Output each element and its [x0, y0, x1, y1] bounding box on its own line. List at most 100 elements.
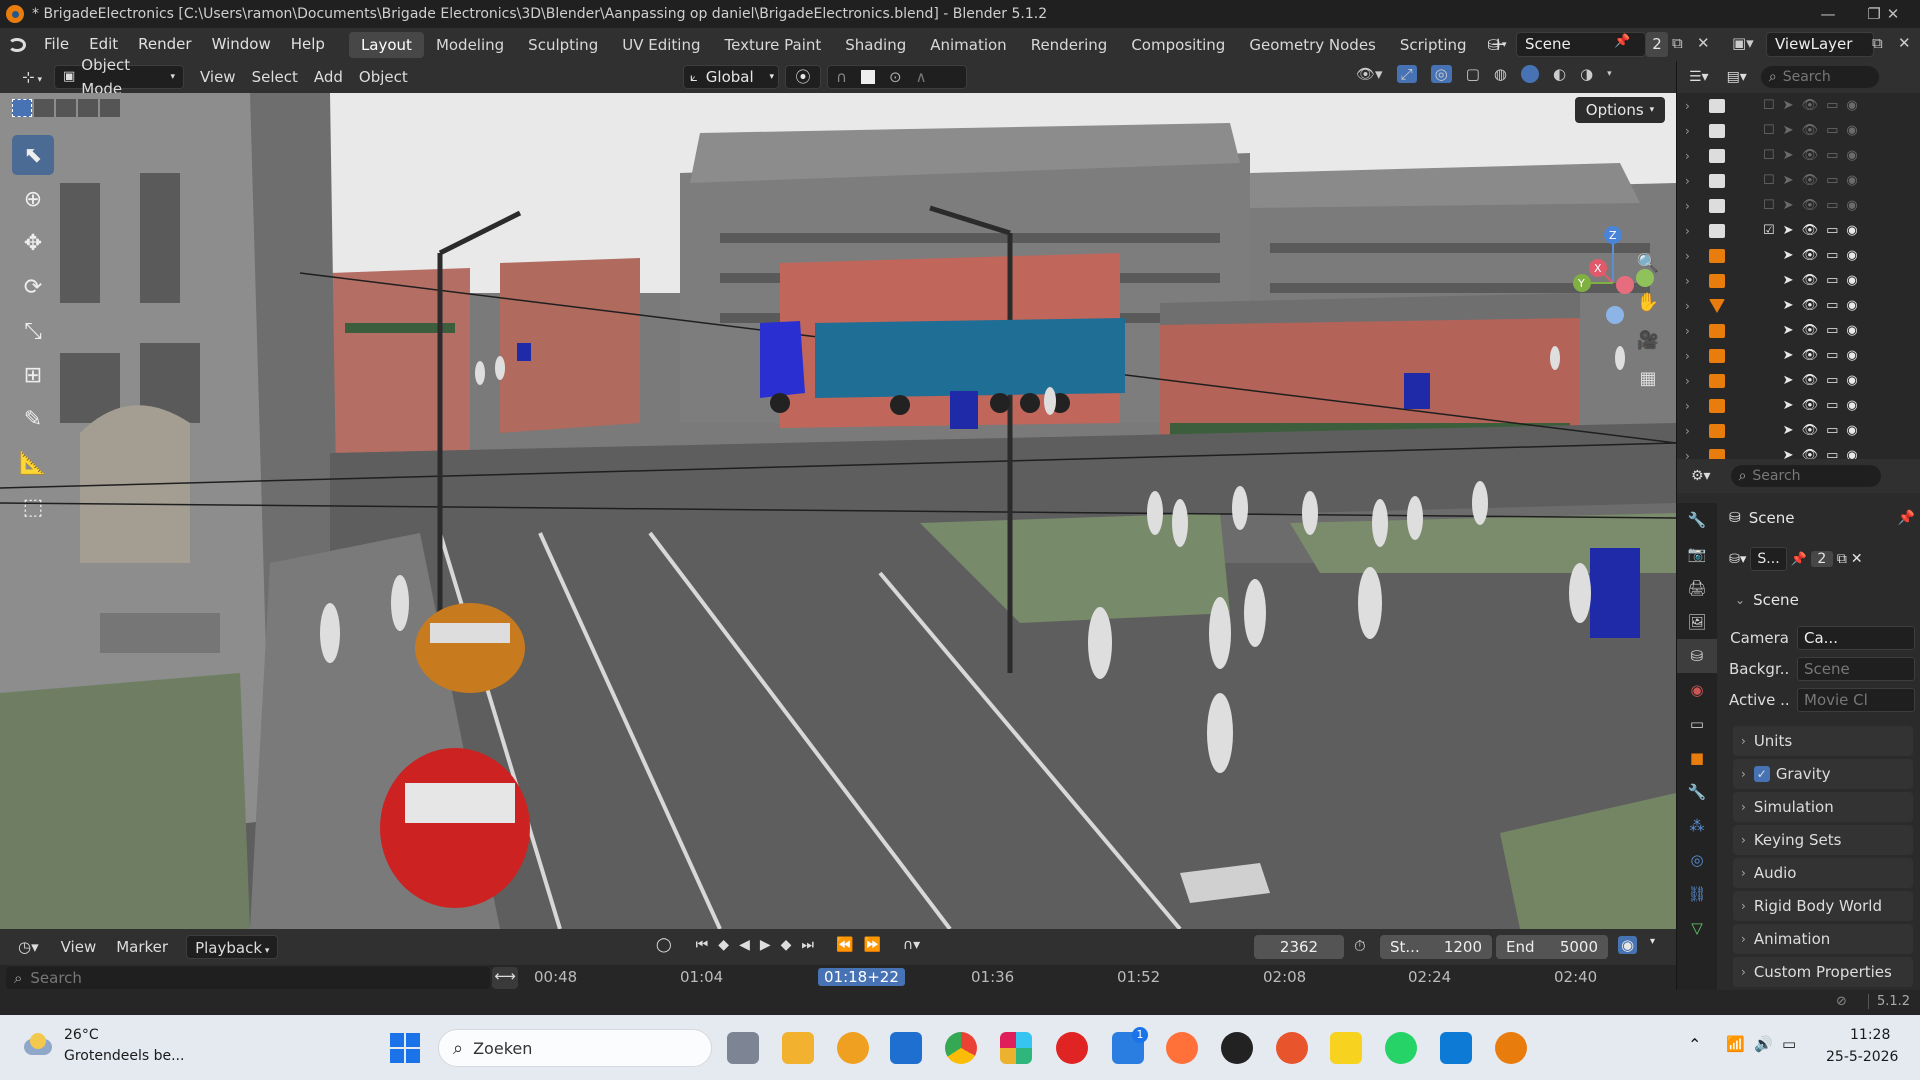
swap-filter-icon[interactable]: ⟷: [492, 967, 518, 989]
camera-icon[interactable]: ◉: [1846, 248, 1857, 263]
taskbar-search[interactable]: ⌕ Zoeken: [438, 1029, 712, 1067]
monitor-icon[interactable]: ▭: [1826, 398, 1838, 413]
constraints-tab[interactable]: ⛓: [1677, 877, 1717, 911]
visibility-icon[interactable]: 👁▾: [1356, 65, 1383, 83]
monitor-icon[interactable]: ▭: [1826, 298, 1838, 313]
camera-icon[interactable]: ◉: [1846, 373, 1857, 388]
firefox-icon[interactable]: [1166, 1032, 1198, 1064]
menu-view[interactable]: View: [192, 65, 244, 89]
globe-icon[interactable]: [1221, 1032, 1253, 1064]
timeline-view-toggle[interactable]: ◉: [1618, 936, 1638, 954]
data-tab[interactable]: ▽: [1677, 911, 1717, 945]
eye-icon[interactable]: 👁: [1802, 98, 1819, 113]
tray-chevron-icon[interactable]: ⌃: [1688, 1035, 1701, 1054]
new-scene-icon[interactable]: ⧉: [1837, 551, 1847, 567]
viewlayer-name-field[interactable]: ViewLayer: [1766, 32, 1874, 57]
pin-icon[interactable]: 📌: [1791, 552, 1807, 567]
camera-icon[interactable]: ◉: [1846, 198, 1857, 213]
solid-shading-icon[interactable]: [1520, 65, 1539, 83]
select-invert-icon[interactable]: [78, 99, 98, 117]
camera-icon[interactable]: ◉: [1846, 273, 1857, 288]
outliner-row[interactable]: ›☐➤👁▭◉: [1677, 368, 1920, 393]
media-player-icon[interactable]: [1056, 1032, 1088, 1064]
scene-datablock-name[interactable]: S...: [1750, 547, 1787, 571]
delete-scene-icon[interactable]: ✕: [1697, 34, 1710, 52]
panel-custom-properties[interactable]: › Custom Properties: [1733, 957, 1913, 987]
render-tab[interactable]: 📷: [1677, 537, 1717, 571]
camera-icon[interactable]: ◉: [1846, 398, 1857, 413]
eye-icon[interactable]: 👁: [1802, 248, 1819, 263]
monitor-icon[interactable]: ▭: [1826, 223, 1838, 238]
tab-sculpting[interactable]: Sculpting: [516, 32, 610, 58]
checkbox-icon[interactable]: ☐: [1763, 198, 1775, 213]
tool-tab[interactable]: 🔧: [1677, 503, 1717, 537]
view-layer-tab[interactable]: 🖼: [1677, 605, 1717, 639]
timeline-ruler[interactable]: ⌕ Search ⟷ 00:48 01:04 01:18+22 01:36 01:52 0…: [0, 965, 1676, 991]
cursor-tool[interactable]: ⊕: [12, 179, 54, 219]
collection-tab[interactable]: ▭: [1677, 707, 1717, 741]
outliner-row[interactable]: ›☐➤👁▭◉: [1677, 343, 1920, 368]
tab-scripting[interactable]: Scripting: [1388, 32, 1479, 58]
record-icon[interactable]: ◯: [656, 937, 672, 953]
viewlayer-icon[interactable]: ▣▾: [1732, 34, 1754, 52]
outlook-icon[interactable]: [890, 1032, 922, 1064]
tab-compositing[interactable]: Compositing: [1119, 32, 1237, 58]
monitor-icon[interactable]: ▭: [1826, 198, 1838, 213]
overlays-icon[interactable]: ◎: [1430, 65, 1452, 83]
chevron-right-icon[interactable]: ›: [1685, 174, 1690, 188]
tab-uv-editing[interactable]: UV Editing: [610, 32, 712, 58]
timeline-options-icon[interactable]: ▾: [1650, 936, 1655, 947]
chrome-icon[interactable]: [945, 1032, 977, 1064]
monitor-icon[interactable]: ▭: [1826, 98, 1838, 113]
add-cube-tool[interactable]: ⬚: [12, 487, 54, 527]
monitor-icon[interactable]: ▭: [1826, 423, 1838, 438]
delete-viewlayer-icon[interactable]: ✕: [1898, 34, 1911, 52]
world-tab[interactable]: ◉: [1677, 673, 1717, 707]
jump-start-icon[interactable]: ⏮: [696, 937, 709, 953]
eye-icon[interactable]: 👁: [1802, 298, 1819, 313]
scale-tool[interactable]: ⤡: [12, 311, 54, 351]
eye-icon[interactable]: 👁: [1802, 323, 1819, 338]
camera-icon[interactable]: ◉: [1846, 98, 1857, 113]
outliner-row[interactable]: ›☐➤👁▭◉: [1677, 268, 1920, 293]
display-mode-icon[interactable]: ▤▾: [1727, 69, 1747, 85]
eye-icon[interactable]: 👁: [1802, 348, 1819, 363]
timeline-menu-marker[interactable]: Marker: [108, 935, 176, 959]
scene-users-badge[interactable]: 2: [1810, 551, 1833, 567]
volume-icon[interactable]: 🔊: [1754, 1035, 1773, 1053]
clock-date[interactable]: 25-5-2026: [1826, 1049, 1898, 1065]
select-arrow-icon[interactable]: ➤: [1783, 98, 1794, 113]
unlink-scene-icon[interactable]: ✕: [1851, 551, 1863, 567]
camera-icon[interactable]: ◉: [1846, 423, 1857, 438]
weather-cloud-icon[interactable]: [20, 1029, 56, 1059]
next-marker-icon[interactable]: ⏩: [863, 937, 880, 953]
playback-dropdown[interactable]: Playback ▾: [186, 935, 279, 959]
app-orange-icon[interactable]: [837, 1032, 869, 1064]
outliner-row[interactable]: ›☐➤👁▭◉: [1677, 193, 1920, 218]
falloff-icon[interactable]: ∧: [916, 68, 927, 86]
outliner-row[interactable]: ›☐➤👁▭◉: [1677, 243, 1920, 268]
camera-icon[interactable]: ◉: [1846, 323, 1857, 338]
transform-tool[interactable]: ⊞: [12, 355, 54, 395]
tab-animation[interactable]: Animation: [918, 32, 1018, 58]
battery-icon[interactable]: ▭: [1782, 1035, 1796, 1053]
eye-icon[interactable]: 👁: [1802, 198, 1819, 213]
select-arrow-icon[interactable]: ➤: [1783, 398, 1794, 413]
current-time-indicator[interactable]: 01:18+22: [818, 968, 905, 986]
snap-toggle-icon[interactable]: ∩: [836, 68, 847, 86]
checkbox-icon[interactable]: ☐: [1763, 123, 1775, 138]
select-arrow-icon[interactable]: ➤: [1783, 423, 1794, 438]
move-tool[interactable]: ✥: [12, 223, 54, 263]
outliner-row[interactable]: ›☐➤👁▭◉: [1677, 93, 1920, 118]
monitor-icon[interactable]: ▭: [1826, 348, 1838, 363]
chevron-right-icon[interactable]: ›: [1685, 224, 1690, 238]
outliner-row[interactable]: ›☐➤👁▭◉: [1677, 293, 1920, 318]
chevron-right-icon[interactable]: ›: [1685, 199, 1690, 213]
play-reverse-icon[interactable]: ◀: [739, 937, 750, 953]
chevron-right-icon[interactable]: ›: [1685, 299, 1690, 313]
task-view-icon[interactable]: [727, 1032, 759, 1064]
monitor-icon[interactable]: ▭: [1826, 148, 1838, 163]
mode-dropdown[interactable]: ▣ Object Mode ▾: [53, 56, 184, 98]
select-intersect-icon[interactable]: [100, 99, 120, 117]
play-icon[interactable]: ▶: [760, 937, 771, 953]
